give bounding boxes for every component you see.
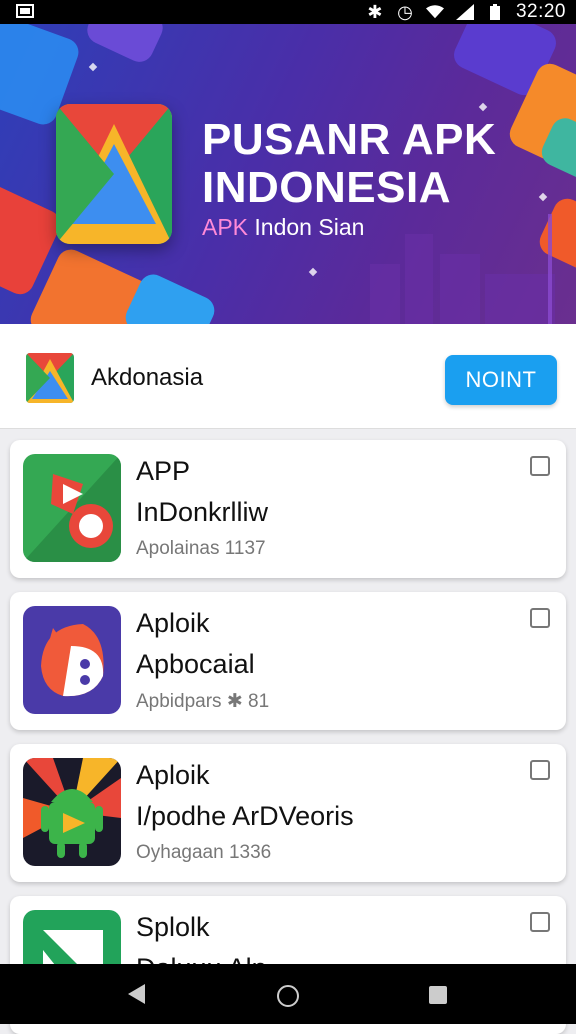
app-meta: Oyhagaan 1336 — [136, 842, 272, 863]
banner-logo-icon — [56, 104, 172, 244]
hero-banner: PUSANR APK INDONESIA APK Indon Sian — [0, 24, 576, 324]
app-name: Aploik — [136, 760, 210, 790]
home-icon[interactable] — [277, 985, 299, 1007]
select-checkbox[interactable] — [530, 456, 550, 476]
banner-title: PUSANR APK INDONESIA — [202, 115, 497, 212]
notification-icon — [16, 4, 34, 18]
list-item[interactable]: Aploik Apbocaial Apbidpars ✱ 81 — [10, 592, 566, 730]
battery-icon — [486, 3, 504, 21]
recents-icon[interactable] — [429, 986, 447, 1004]
navigation-bar — [0, 964, 576, 1024]
app-3-icon — [23, 758, 121, 866]
banner-subtitle: APK Indon Sian — [202, 214, 365, 240]
app-title: InDonkrlliw — [136, 497, 269, 527]
app-logo-icon — [26, 353, 74, 403]
app-title: Apbocaial — [136, 649, 255, 679]
alarm-icon: ◷ — [397, 1, 413, 22]
list-item[interactable]: APP InDonkrlliw Apolainas 1137 — [10, 440, 566, 578]
header-title: Akdonasia — [91, 364, 204, 391]
app-header: Akdonasia NOINT — [0, 324, 576, 429]
app-meta: Apbidpars ✱ 81 — [136, 691, 270, 712]
clock: 32:20 — [515, 1, 566, 22]
wifi-icon — [425, 3, 444, 21]
status-bar: ✱ ◷ 32:20 — [0, 0, 576, 24]
app-name: APP — [136, 456, 191, 486]
status-icons: ✱ ◷ 32:20 — [366, 0, 566, 24]
select-checkbox[interactable] — [530, 608, 550, 628]
app-title: I/podhe ArDVeoris — [136, 801, 354, 831]
app-name: Aploik — [136, 608, 210, 638]
app-2-icon — [23, 606, 121, 714]
select-checkbox[interactable] — [530, 760, 550, 780]
app-name: Splolk — [136, 912, 210, 942]
select-checkbox[interactable] — [530, 912, 550, 932]
back-icon[interactable] — [128, 984, 145, 1004]
noint-button[interactable]: NOINT — [445, 355, 557, 405]
signal-icon — [455, 3, 474, 21]
list-item[interactable]: Aploik I/podhe ArDVeoris Oyhagaan 1336 — [10, 744, 566, 882]
app-meta: Apolainas 1137 — [136, 538, 266, 559]
bluetooth-icon: ✱ — [367, 1, 383, 22]
app-1-icon — [23, 454, 121, 562]
